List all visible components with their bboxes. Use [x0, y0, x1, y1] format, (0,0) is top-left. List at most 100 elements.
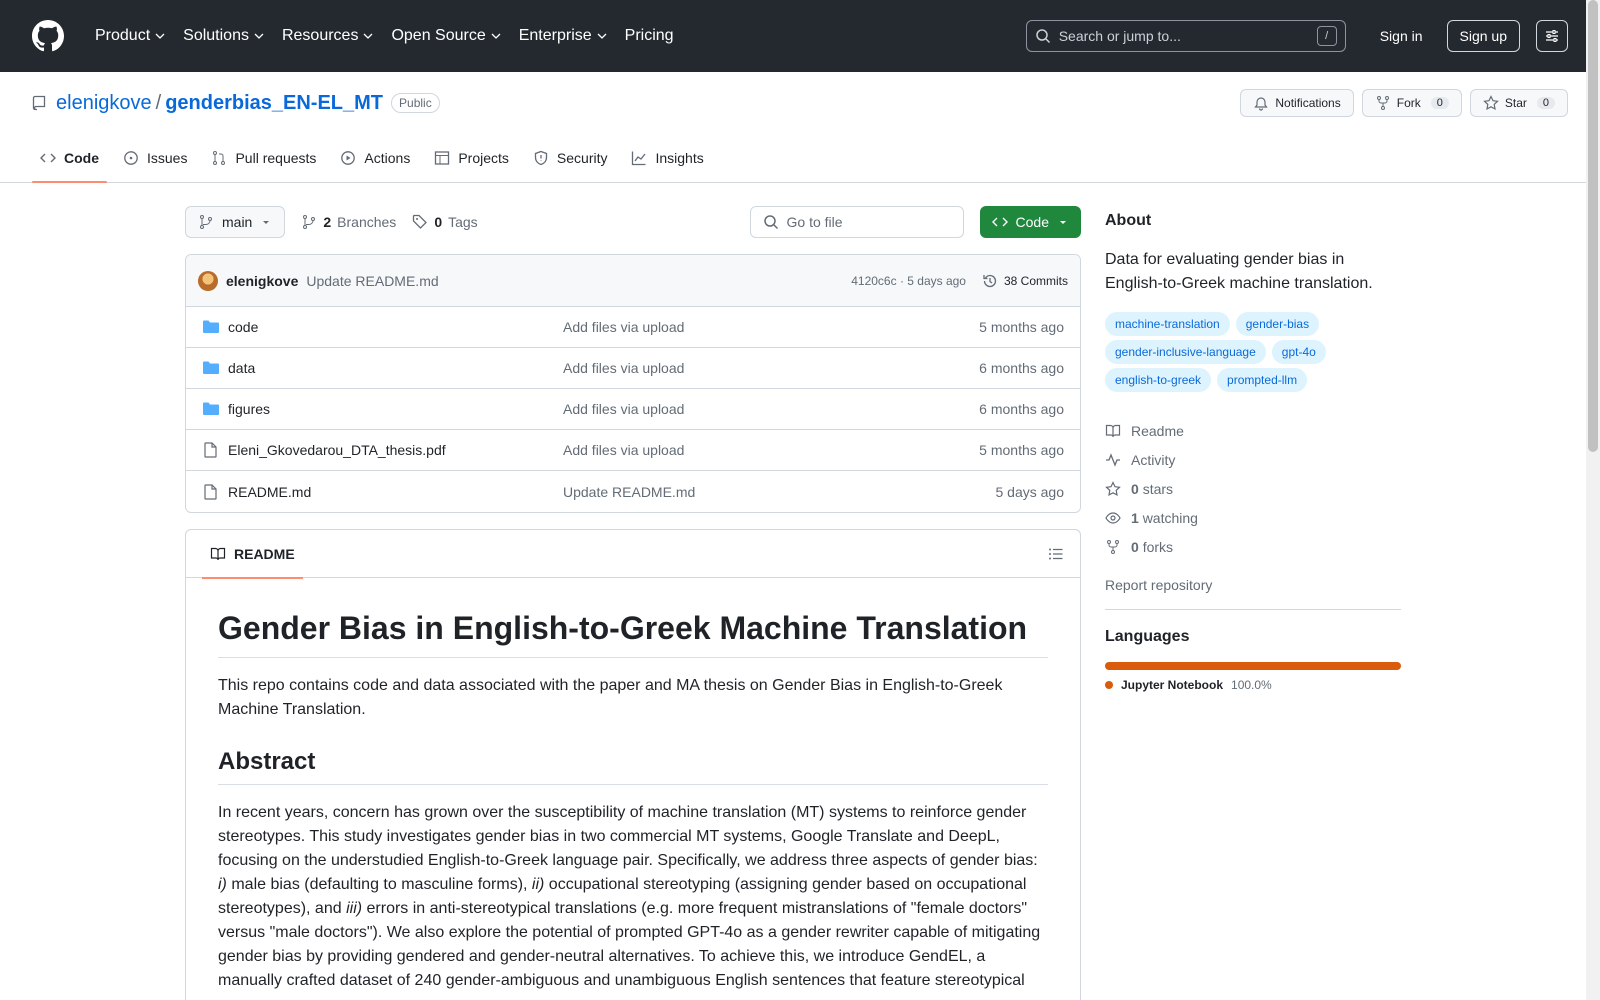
topic-tag[interactable]: gender-bias	[1235, 312, 1320, 336]
code-dropdown-button[interactable]: Code	[979, 206, 1081, 238]
readme-header: README	[186, 530, 1080, 579]
topnav-enterprise-label: Enterprise	[518, 27, 592, 44]
topics-list: machine-translation gender-bias gender-i…	[1105, 312, 1401, 392]
branch-icon	[303, 215, 316, 229]
star-button[interactable]: Star 0	[1469, 89, 1568, 117]
file-commit-message[interactable]: Update README.md	[563, 484, 996, 500]
topic-tag[interactable]: gpt-4o	[1271, 340, 1326, 364]
branch-selector-button[interactable]: main	[185, 206, 286, 238]
file-commit-message[interactable]: Add files via upload	[563, 360, 979, 376]
topic-tag[interactable]: machine-translation	[1105, 312, 1230, 336]
file-age: 6 months ago	[979, 360, 1064, 376]
file-commit-message[interactable]: Add files via upload	[563, 401, 979, 417]
readme-tab[interactable]: README	[202, 530, 303, 579]
table-row[interactable]: Eleni_Gkovedarou_DTA_thesis.pdf Add file…	[186, 430, 1080, 471]
code-icon	[991, 217, 1008, 227]
abstract-heading: Abstract	[218, 748, 1048, 785]
topic-tag[interactable]: gender-inclusive-language	[1105, 340, 1266, 364]
topnav-resources-label: Resources	[281, 27, 359, 44]
sign-in-link[interactable]: Sign in	[1370, 28, 1433, 44]
file-commit-message[interactable]: Add files via upload	[563, 442, 979, 458]
tags-link[interactable]: 0 Tags	[412, 214, 478, 230]
star-label: Star	[1504, 96, 1527, 110]
table-row[interactable]: README.md Update README.md 5 days ago	[186, 471, 1080, 512]
topnav-open-source[interactable]: Open Source	[382, 27, 509, 45]
commit-hash-and-time[interactable]: 4120c6c · 5 days ago	[851, 274, 966, 288]
abstract-marker: iii)	[346, 900, 363, 917]
tab-actions-label: Actions	[364, 150, 411, 166]
branch-icon	[200, 215, 212, 229]
avatar[interactable]	[198, 270, 218, 291]
tab-pull-requests[interactable]: Pull requests	[203, 134, 324, 182]
file-age: 5 days ago	[995, 483, 1065, 500]
language-item[interactable]: Jupyter Notebook 100.0%	[1105, 678, 1401, 692]
readme-title: Gender Bias in English-to-Greek Machine …	[218, 610, 1048, 658]
file-name-link[interactable]: code	[228, 319, 563, 335]
stars-count: 0	[1131, 480, 1139, 497]
file-age: 6 months ago	[979, 401, 1064, 417]
readme-link[interactable]: Readme	[1105, 416, 1401, 445]
repo-title-row: elenigkove / genderbias_EN-EL_MT Public …	[32, 72, 1568, 134]
tab-security[interactable]: Security	[525, 134, 616, 182]
file-name-link[interactable]: Eleni_Gkovedarou_DTA_thesis.pdf	[228, 442, 563, 458]
file-name-link[interactable]: README.md	[228, 484, 563, 500]
tab-actions[interactable]: Actions	[332, 134, 418, 182]
stars-label: stars	[1142, 480, 1174, 497]
topnav-resources[interactable]: Resources	[273, 27, 382, 45]
topnav-enterprise[interactable]: Enterprise	[510, 27, 616, 45]
notifications-label: Notifications	[1275, 96, 1341, 110]
bell-icon	[1254, 97, 1269, 111]
commit-message-link[interactable]: Update README.md	[306, 273, 438, 289]
go-to-file-input[interactable]: Go to file	[749, 206, 964, 238]
table-row[interactable]: data Add files via upload 6 months ago	[186, 348, 1080, 389]
repo-name-link[interactable]: genderbias_EN-EL_MT	[165, 92, 383, 115]
language-name: Jupyter Notebook	[1121, 678, 1224, 692]
file-name-link[interactable]: figures	[228, 401, 563, 417]
settings-menu-button[interactable]	[1536, 20, 1568, 52]
topnav-product-label: Product	[95, 27, 151, 44]
topic-tag[interactable]: english-to-greek	[1105, 368, 1212, 392]
watching-label: watching	[1142, 509, 1198, 526]
global-search-input[interactable]: Search or jump to... /	[1025, 20, 1346, 52]
branches-count: 2	[323, 214, 332, 230]
sign-up-button[interactable]: Sign up	[1446, 20, 1520, 52]
report-repository-link[interactable]: Report repository	[1105, 577, 1401, 610]
stars-link[interactable]: 0 stars	[1105, 474, 1401, 503]
list-icon[interactable]	[1048, 546, 1064, 562]
tab-projects[interactable]: Projects	[426, 134, 517, 182]
commits-history-link[interactable]: 38 Commits	[982, 273, 1068, 289]
abstract-text: male bias (defaulting to masculine forms…	[226, 876, 532, 893]
topic-tag[interactable]: prompted-llm	[1217, 368, 1308, 392]
forks-count: 0	[1131, 538, 1139, 555]
chevron-down-icon	[363, 33, 373, 39]
tab-projects-label: Projects	[458, 150, 509, 166]
fork-button[interactable]: Fork 0	[1361, 89, 1462, 117]
chevron-down-icon	[155, 33, 165, 39]
watching-link[interactable]: 1 watching	[1105, 503, 1401, 532]
forks-link[interactable]: 0 forks	[1105, 532, 1401, 561]
tab-insights[interactable]: Insights	[623, 134, 711, 182]
tab-code[interactable]: Code	[32, 134, 107, 183]
scrollbar-thumb[interactable]	[1588, 0, 1598, 452]
tab-issues[interactable]: Issues	[115, 134, 195, 182]
file-name-link[interactable]: data	[228, 360, 563, 376]
abstract-marker: i)	[218, 876, 227, 893]
abstract-text: In recent years, concern has grown over …	[218, 804, 1038, 869]
table-row[interactable]: code Add files via upload 5 months ago	[186, 307, 1080, 348]
abstract-paragraph: In recent years, concern has grown over …	[218, 801, 1048, 993]
file-commit-message[interactable]: Add files via upload	[563, 319, 979, 335]
tab-security-label: Security	[556, 150, 608, 166]
topnav-pricing[interactable]: Pricing	[616, 27, 683, 45]
commit-author-link[interactable]: elenigkove	[226, 273, 298, 289]
github-logo-icon[interactable]	[32, 20, 64, 52]
topnav-solutions[interactable]: Solutions	[174, 27, 273, 45]
repo-owner-link[interactable]: elenigkove	[56, 92, 152, 115]
activity-link[interactable]: Activity	[1105, 445, 1401, 474]
page-scrollbar[interactable]	[1586, 0, 1600, 1000]
repo-tabs: Code Issues Pull requests Actions Projec…	[32, 134, 1568, 183]
topnav-product[interactable]: Product	[86, 27, 174, 45]
fork-icon	[1376, 96, 1389, 110]
table-row[interactable]: figures Add files via upload 6 months ag…	[186, 389, 1080, 430]
branches-link[interactable]: 2 Branches	[301, 214, 396, 230]
notifications-button[interactable]: Notifications	[1240, 89, 1354, 117]
